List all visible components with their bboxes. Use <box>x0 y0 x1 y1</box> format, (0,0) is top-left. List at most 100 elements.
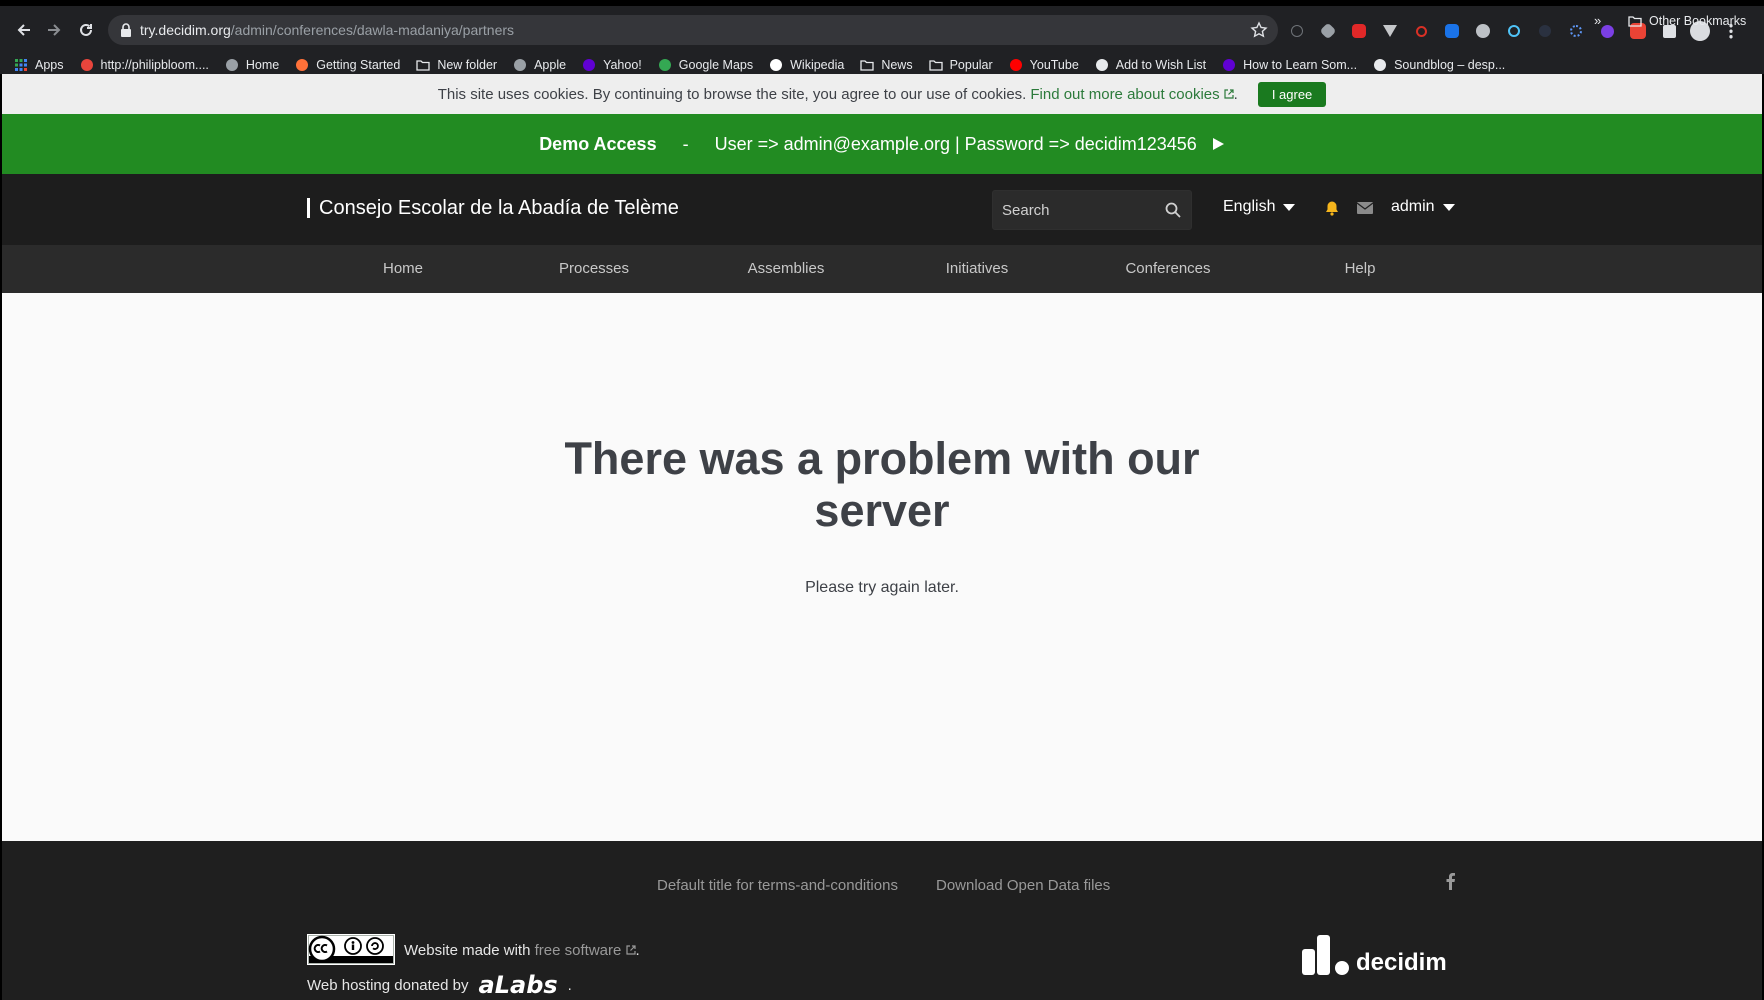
bookmark-label: Wikipedia <box>790 58 845 72</box>
back-button[interactable] <box>10 16 38 44</box>
demo-credentials: User => admin@example.org | Password => … <box>714 133 1197 154</box>
hosting-credit: Web hosting donated by aLabs . <box>307 971 572 999</box>
bookmark-label: How to Learn Som... <box>1243 58 1358 72</box>
bookmark-label: Google Maps <box>678 58 754 72</box>
youtube-icon <box>1009 58 1023 72</box>
url-path: /admin/conferences/dawla-madaniya/partne… <box>230 22 515 38</box>
user-name: admin <box>1391 198 1435 215</box>
site-header: Consejo Escolar de la Abadía de Telème E… <box>2 174 1762 245</box>
bookmark-item[interactable]: Getting Started <box>295 58 400 72</box>
language-label: English <box>1223 198 1276 215</box>
decidim-logo-icon <box>1302 935 1349 975</box>
demo-title: Demo Access <box>539 133 657 154</box>
facebook-icon[interactable] <box>1444 872 1456 890</box>
bookmark-item[interactable]: Yahoo! <box>582 58 642 72</box>
bookmark-item[interactable]: Apps <box>14 58 64 72</box>
reload-icon <box>80 23 92 36</box>
flipboard-icon[interactable] <box>1348 20 1370 42</box>
soundblog-icon <box>1373 58 1387 72</box>
main-navigation: Home Processes Assemblies Initiatives Co… <box>2 245 1762 293</box>
forward-button[interactable] <box>40 16 68 44</box>
site-footer: Default title for terms-and-conditions D… <box>2 841 1762 1000</box>
dark-extension-icon[interactable] <box>1534 20 1556 42</box>
envelope-icon[interactable] <box>1357 202 1373 214</box>
alabs-logo-link[interactable]: aLabs <box>479 971 558 999</box>
bookmark-item[interactable]: How to Learn Som... <box>1222 58 1357 72</box>
made-with-text: Website made with free software . <box>404 942 640 959</box>
agree-cookies-button[interactable]: I agree <box>1257 81 1327 107</box>
organization-name-link[interactable]: Consejo Escolar de la Abadía de Telème <box>307 198 679 218</box>
open-data-link[interactable]: Download Open Data files <box>936 877 1110 894</box>
external-link-icon <box>1224 88 1234 99</box>
bookmark-item[interactable]: Soundblog – desp... <box>1373 58 1505 72</box>
browser-chrome: try.decidim.org/admin/conferences/dawla-… <box>0 0 1764 74</box>
yahoo-icon <box>1222 58 1236 72</box>
free-software-link[interactable]: free software <box>535 942 636 959</box>
other-bookmarks[interactable]: Other Bookmarks <box>1628 6 1746 36</box>
maps-pin-icon <box>658 58 672 72</box>
bookmark-item[interactable]: News <box>860 58 913 72</box>
vimeo-icon[interactable] <box>1379 20 1401 42</box>
page-content: This site uses cookies. By continuing to… <box>2 74 1762 1000</box>
user-menu[interactable]: admin <box>1391 198 1455 216</box>
bookmark-label: http://philipbloom.... <box>100 58 209 72</box>
hosting-suffix: . <box>567 976 572 994</box>
snowflake-extension-icon[interactable] <box>1565 20 1587 42</box>
made-with-prefix: Website made with <box>404 942 531 959</box>
language-selector[interactable]: English <box>1223 198 1296 216</box>
search-icon[interactable] <box>1165 202 1181 218</box>
bookmark-label: YouTube <box>1029 58 1079 72</box>
bookmarks-overflow-button[interactable]: » <box>1594 13 1601 28</box>
magnifier-extension-icon[interactable] <box>1410 20 1432 42</box>
nav-item-help[interactable]: Help <box>1345 260 1376 277</box>
creative-commons-license-icon[interactable] <box>307 934 395 965</box>
decidim-logo-link[interactable]: decidim <box>1302 931 1447 975</box>
search-input[interactable] <box>993 191 1163 229</box>
ring-extension-icon[interactable] <box>1503 20 1525 42</box>
browser-toolbar: try.decidim.org/admin/conferences/dawla-… <box>0 12 1764 48</box>
firefox-icon <box>295 58 309 72</box>
bell-icon[interactable] <box>1324 200 1340 216</box>
bookmark-item[interactable]: Google Maps <box>658 58 753 72</box>
play-icon[interactable] <box>1211 137 1225 151</box>
cookie-policy-link-label: Find out more about cookies <box>1030 85 1220 103</box>
bookmark-item[interactable]: Wikipedia <box>769 58 844 72</box>
other-bookmarks-label: Other Bookmarks <box>1649 14 1747 28</box>
reload-button[interactable] <box>72 16 100 44</box>
bookmark-label: News <box>881 58 913 72</box>
bookmark-label: Popular <box>949 58 993 72</box>
nav-item-processes[interactable]: Processes <box>559 260 629 277</box>
nav-item-assemblies[interactable]: Assemblies <box>748 260 825 277</box>
caret-down-icon <box>1283 203 1296 211</box>
bookmark-item[interactable]: Home <box>225 58 279 72</box>
terms-link[interactable]: Default title for terms-and-conditions <box>657 877 898 894</box>
bookmark-item[interactable]: New folder <box>416 58 497 72</box>
bookmark-item[interactable]: Add to Wish List <box>1095 58 1206 72</box>
bookmark-item[interactable]: http://philipbloom.... <box>80 58 209 72</box>
address-bar[interactable]: try.decidim.org/admin/conferences/dawla-… <box>108 15 1278 45</box>
dropbox-icon[interactable] <box>1317 20 1339 42</box>
bookmark-item[interactable]: Popular <box>928 58 993 72</box>
nav-item-conferences[interactable]: Conferences <box>1125 260 1210 277</box>
error-message: Please try again later. <box>805 579 959 596</box>
bookmark-label: New folder <box>437 58 498 72</box>
free-software-label: free software <box>534 942 622 959</box>
hosting-text: Web hosting donated by <box>307 976 469 994</box>
folder-icon <box>928 58 943 72</box>
apple-icon <box>513 58 527 72</box>
amazon-icon <box>1095 58 1109 72</box>
info-icon[interactable] <box>1286 20 1308 42</box>
error-section: There was a problem with our server Plea… <box>2 293 1762 833</box>
circle-extension-icon[interactable] <box>1472 20 1494 42</box>
yahoo-icon <box>582 58 596 72</box>
bookmark-item[interactable]: Apple <box>513 58 566 72</box>
nav-item-initiatives[interactable]: Initiatives <box>946 260 1009 277</box>
demo-separator: - <box>682 133 689 154</box>
folder-icon <box>416 58 430 72</box>
nav-item-home[interactable]: Home <box>383 260 423 277</box>
cookie-policy-link[interactable]: Find out more about cookies <box>1030 85 1234 103</box>
bookmark-label: Apple <box>534 58 567 72</box>
bookmark-item[interactable]: YouTube <box>1009 58 1079 72</box>
blue-square-extension-icon[interactable] <box>1441 20 1463 42</box>
bookmark-star-icon[interactable] <box>1250 21 1268 39</box>
